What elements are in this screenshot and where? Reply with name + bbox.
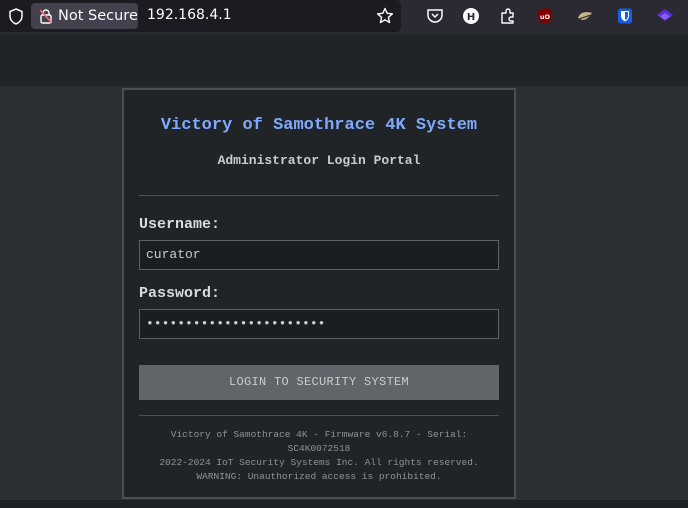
bitwarden-icon[interactable]: [616, 7, 634, 25]
divider: [139, 415, 499, 416]
fox-extension-icon[interactable]: [576, 7, 594, 25]
extensions-icon[interactable]: [499, 7, 517, 25]
hypothesis-icon[interactable]: H: [462, 7, 480, 25]
footer-serial-line: SC4K0072518: [287, 443, 351, 454]
security-label: Not Secure: [58, 8, 138, 24]
username-label: Username:: [139, 216, 221, 233]
page-bottom-bar: [0, 500, 688, 508]
ublock-icon[interactable]: uO: [536, 7, 554, 25]
svg-text:uO: uO: [540, 13, 551, 21]
password-input[interactable]: •••••••••••••••••••••••: [139, 309, 499, 339]
page-subtitle: Administrator Login Portal: [217, 153, 421, 168]
svg-text:H: H: [467, 12, 475, 23]
layers-extension-icon[interactable]: [656, 7, 674, 25]
url-text[interactable]: 192.168.4.1: [147, 7, 232, 23]
username-input[interactable]: curator: [139, 240, 499, 270]
footer-copyright-line: 2022-2024 IoT Security Systems Inc. All …: [159, 457, 479, 468]
pocket-icon[interactable]: [426, 7, 444, 25]
footer: Victory of Samothrace 4K - Firmware v6.8…: [139, 428, 499, 484]
login-button[interactable]: LOGIN TO SECURITY SYSTEM: [139, 365, 499, 400]
browser-toolbar: Not Secure 192.168.4.1 H uO: [0, 0, 688, 34]
divider: [139, 195, 499, 196]
security-indicator[interactable]: Not Secure: [31, 3, 138, 29]
bookmark-star-icon[interactable]: [376, 7, 394, 25]
footer-warning-line: WARNING: Unauthorized access is prohibit…: [196, 471, 442, 482]
password-label: Password:: [139, 285, 221, 302]
app-header-bar: [0, 34, 688, 86]
insecure-lock-icon: [39, 9, 53, 24]
footer-firmware-line: Victory of Samothrace 4K - Firmware v6.8…: [170, 429, 468, 440]
login-panel: Victory of Samothrace 4K System Administ…: [122, 88, 516, 499]
page-title: Victory of Samothrace 4K System: [160, 116, 478, 135]
shield-icon[interactable]: [8, 8, 24, 25]
